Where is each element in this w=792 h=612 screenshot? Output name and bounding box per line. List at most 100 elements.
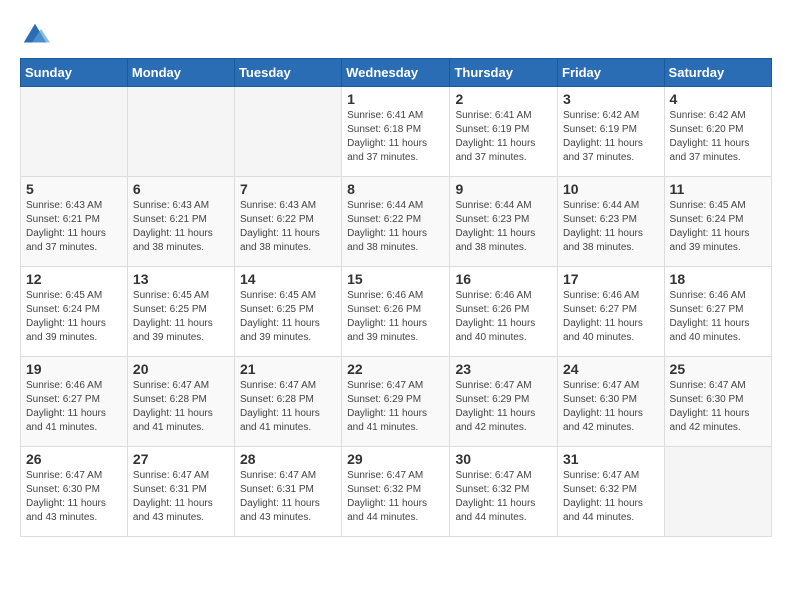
day-number: 26 — [26, 451, 122, 467]
calendar-cell: 25 Sunrise: 6:47 AMSunset: 6:30 PMDayligh… — [664, 357, 771, 447]
day-number: 14 — [240, 271, 336, 287]
day-header-monday: Monday — [127, 59, 234, 87]
calendar-cell — [664, 447, 771, 537]
calendar-cell: 9Sunrise: 6:44 AMSunset: 6:23 PMDaylight… — [450, 177, 558, 267]
day-header-wednesday: Wednesday — [342, 59, 450, 87]
days-header-row: SundayMondayTuesdayWednesdayThursdayFrid… — [21, 59, 772, 87]
day-number: 31 — [563, 451, 659, 467]
week-row-1: 5Sunrise: 6:43 AMSunset: 6:21 PMDaylight… — [21, 177, 772, 267]
calendar-cell: 3 Sunrise: 6:42 AMSunset: 6:19 PMDaylight… — [558, 87, 665, 177]
day-header-sunday: Sunday — [21, 59, 128, 87]
calendar-cell: 7 Sunrise: 6:43 AMSunset: 6:22 PMDaylight… — [234, 177, 341, 267]
day-info: Sunrise: 6:47 AMSunset: 6:31 PMDaylight:… — [133, 469, 229, 525]
day-number: 25 — [670, 361, 766, 377]
day-number: 15 — [347, 271, 444, 287]
day-number: 21 — [240, 361, 336, 377]
day-number: 1 — [347, 91, 444, 107]
day-header-tuesday: Tuesday — [234, 59, 341, 87]
day-number: 16 — [455, 271, 552, 287]
calendar-cell: 26 Sunrise: 6:47 AMSunset: 6:30 PMDayligh… — [21, 447, 128, 537]
day-info: Sunrise: 6:47 AMSunset: 6:30 PMDaylight:… — [563, 379, 659, 435]
day-number: 3 — [563, 91, 659, 107]
calendar-cell: 28 Sunrise: 6:47 AMSunset: 6:31 PMDayligh… — [234, 447, 341, 537]
day-number: 9 — [455, 181, 552, 197]
day-info: Sunrise: 6:46 AMSunset: 6:27 PMDaylight:… — [670, 289, 766, 345]
day-info: Sunrise: 6:47 AMSunset: 6:29 PMDaylight:… — [347, 379, 444, 435]
day-info: Sunrise: 6:44 AMSunset: 6:22 PMDaylight:… — [347, 199, 444, 255]
day-info: Sunrise: 6:47 AMSunset: 6:28 PMDaylight:… — [240, 379, 336, 435]
day-info: Sunrise: 6:46 AMSunset: 6:26 PMDaylight:… — [455, 289, 552, 345]
calendar-cell: 18 Sunrise: 6:46 AMSunset: 6:27 PMDayligh… — [664, 267, 771, 357]
day-info: Sunrise: 6:45 AMSunset: 6:25 PMDaylight:… — [133, 289, 229, 345]
calendar-cell: 30Sunrise: 6:47 AMSunset: 6:32 PMDayligh… — [450, 447, 558, 537]
page-header — [10, 10, 782, 58]
calendar-cell: 23 Sunrise: 6:47 AMSunset: 6:29 PMDayligh… — [450, 357, 558, 447]
day-number: 24 — [563, 361, 659, 377]
day-header-saturday: Saturday — [664, 59, 771, 87]
calendar-cell — [21, 87, 128, 177]
day-info: Sunrise: 6:43 AMSunset: 6:21 PMDaylight:… — [133, 199, 229, 255]
day-info: Sunrise: 6:43 AMSunset: 6:22 PMDaylight:… — [240, 199, 336, 255]
day-info: Sunrise: 6:45 AMSunset: 6:24 PMDaylight:… — [670, 199, 766, 255]
day-info: Sunrise: 6:41 AMSunset: 6:19 PMDaylight:… — [455, 109, 552, 165]
calendar-cell: 14Sunrise: 6:45 AMSunset: 6:25 PMDayligh… — [234, 267, 341, 357]
logo — [20, 20, 54, 50]
day-number: 11 — [670, 181, 766, 197]
day-number: 8 — [347, 181, 444, 197]
calendar-cell: 21 Sunrise: 6:47 AMSunset: 6:28 PMDayligh… — [234, 357, 341, 447]
calendar: SundayMondayTuesdayWednesdayThursdayFrid… — [20, 58, 772, 537]
calendar-cell: 29Sunrise: 6:47 AMSunset: 6:32 PMDayligh… — [342, 447, 450, 537]
day-info: Sunrise: 6:47 AMSunset: 6:28 PMDaylight:… — [133, 379, 229, 435]
day-number: 4 — [670, 91, 766, 107]
calendar-cell: 4 Sunrise: 6:42 AMSunset: 6:20 PMDaylight… — [664, 87, 771, 177]
day-number: 23 — [455, 361, 552, 377]
day-info: Sunrise: 6:47 AMSunset: 6:30 PMDaylight:… — [670, 379, 766, 435]
day-number: 28 — [240, 451, 336, 467]
calendar-cell: 27 Sunrise: 6:47 AMSunset: 6:31 PMDayligh… — [127, 447, 234, 537]
day-info: Sunrise: 6:47 AMSunset: 6:32 PMDaylight:… — [455, 469, 552, 525]
calendar-cell: 16 Sunrise: 6:46 AMSunset: 6:26 PMDayligh… — [450, 267, 558, 357]
day-number: 19 — [26, 361, 122, 377]
week-row-2: 12Sunrise: 6:45 AMSunset: 6:24 PMDayligh… — [21, 267, 772, 357]
calendar-cell — [234, 87, 341, 177]
calendar-cell — [127, 87, 234, 177]
day-info: Sunrise: 6:46 AMSunset: 6:27 PMDaylight:… — [26, 379, 122, 435]
day-info: Sunrise: 6:47 AMSunset: 6:32 PMDaylight:… — [563, 469, 659, 525]
calendar-cell: 22 Sunrise: 6:47 AMSunset: 6:29 PMDayligh… — [342, 357, 450, 447]
day-info: Sunrise: 6:47 AMSunset: 6:32 PMDaylight:… — [347, 469, 444, 525]
calendar-cell: 1 Sunrise: 6:41 AMSunset: 6:18 PMDaylight… — [342, 87, 450, 177]
calendar-cell: 5Sunrise: 6:43 AMSunset: 6:21 PMDaylight… — [21, 177, 128, 267]
day-info: Sunrise: 6:45 AMSunset: 6:24 PMDaylight:… — [26, 289, 122, 345]
day-number: 7 — [240, 181, 336, 197]
day-info: Sunrise: 6:42 AMSunset: 6:20 PMDaylight:… — [670, 109, 766, 165]
week-row-0: 1 Sunrise: 6:41 AMSunset: 6:18 PMDaylight… — [21, 87, 772, 177]
day-number: 10 — [563, 181, 659, 197]
day-number: 27 — [133, 451, 229, 467]
calendar-cell: 11 Sunrise: 6:45 AMSunset: 6:24 PMDayligh… — [664, 177, 771, 267]
day-info: Sunrise: 6:41 AMSunset: 6:18 PMDaylight:… — [347, 109, 444, 165]
day-number: 6 — [133, 181, 229, 197]
day-number: 13 — [133, 271, 229, 287]
calendar-cell: 15 Sunrise: 6:46 AMSunset: 6:26 PMDayligh… — [342, 267, 450, 357]
day-info: Sunrise: 6:46 AMSunset: 6:26 PMDaylight:… — [347, 289, 444, 345]
day-info: Sunrise: 6:47 AMSunset: 6:29 PMDaylight:… — [455, 379, 552, 435]
logo-icon — [20, 20, 50, 50]
calendar-cell: 13 Sunrise: 6:45 AMSunset: 6:25 PMDayligh… — [127, 267, 234, 357]
day-number: 22 — [347, 361, 444, 377]
day-info: Sunrise: 6:47 AMSunset: 6:30 PMDaylight:… — [26, 469, 122, 525]
day-info: Sunrise: 6:47 AMSunset: 6:31 PMDaylight:… — [240, 469, 336, 525]
day-number: 18 — [670, 271, 766, 287]
day-info: Sunrise: 6:42 AMSunset: 6:19 PMDaylight:… — [563, 109, 659, 165]
calendar-cell: 17 Sunrise: 6:46 AMSunset: 6:27 PMDayligh… — [558, 267, 665, 357]
day-info: Sunrise: 6:46 AMSunset: 6:27 PMDaylight:… — [563, 289, 659, 345]
calendar-cell: 2 Sunrise: 6:41 AMSunset: 6:19 PMDaylight… — [450, 87, 558, 177]
calendar-cell: 24 Sunrise: 6:47 AMSunset: 6:30 PMDayligh… — [558, 357, 665, 447]
day-number: 2 — [455, 91, 552, 107]
day-number: 20 — [133, 361, 229, 377]
day-info: Sunrise: 6:44 AMSunset: 6:23 PMDaylight:… — [563, 199, 659, 255]
day-info: Sunrise: 6:43 AMSunset: 6:21 PMDaylight:… — [26, 199, 122, 255]
calendar-cell: 8 Sunrise: 6:44 AMSunset: 6:22 PMDaylight… — [342, 177, 450, 267]
calendar-cell: 6 Sunrise: 6:43 AMSunset: 6:21 PMDaylight… — [127, 177, 234, 267]
day-number: 17 — [563, 271, 659, 287]
calendar-cell: 31 Sunrise: 6:47 AMSunset: 6:32 PMDayligh… — [558, 447, 665, 537]
